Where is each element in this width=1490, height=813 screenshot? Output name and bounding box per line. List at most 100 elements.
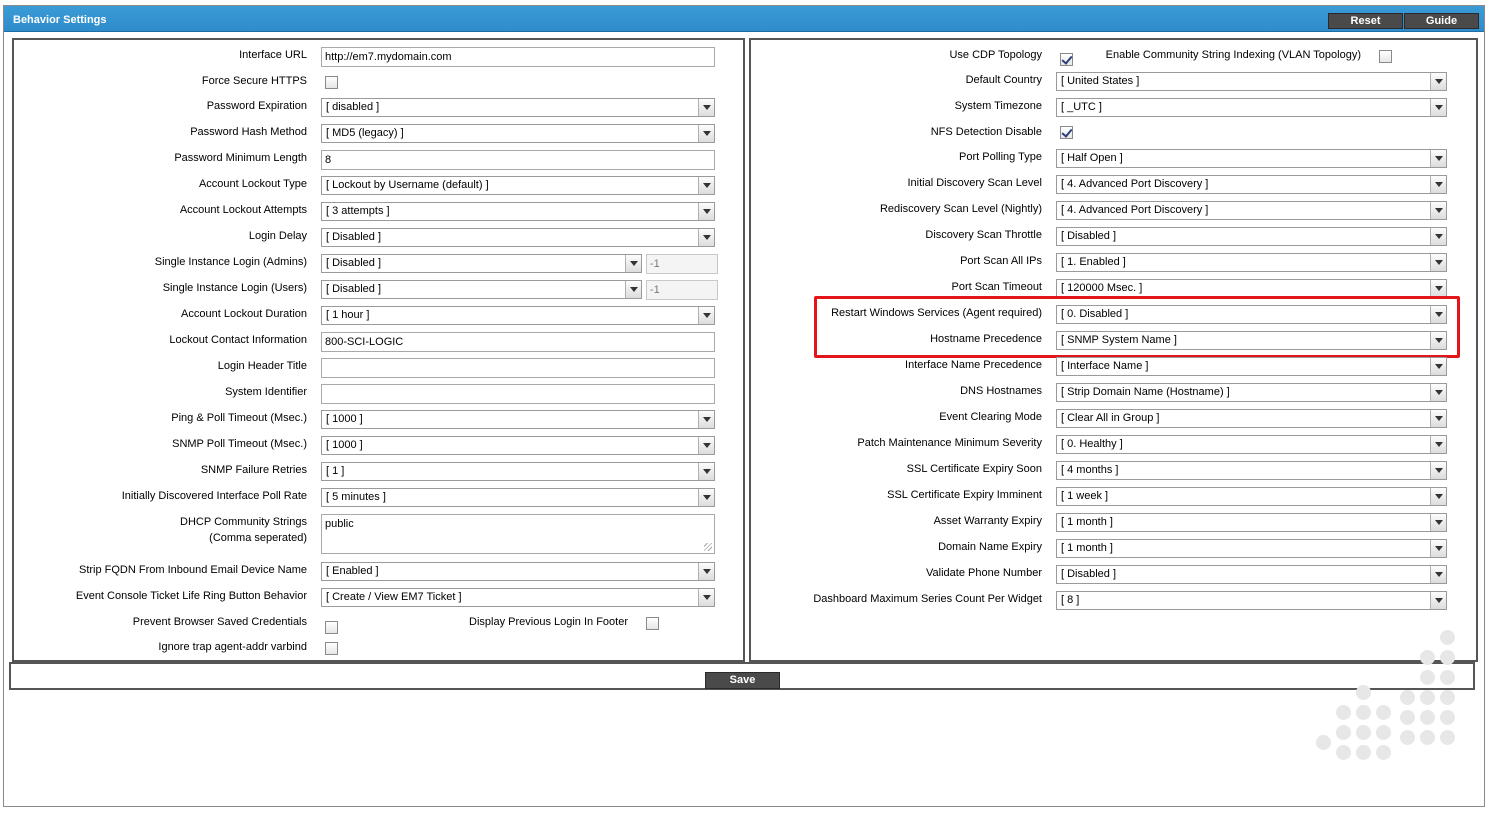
- ignore-trap-label: Ignore trap agent-addr varbind: [158, 641, 307, 653]
- dns-hostnames-select[interactable]: [ Strip Domain Name (Hostname) ]: [1056, 383, 1447, 402]
- ticket-ring-select[interactable]: [ Create / View EM7 Ticket ]: [321, 588, 715, 607]
- prevent-saved-label: Prevent Browser Saved Credentials: [132, 616, 307, 628]
- single-admins-count-input[interactable]: -1: [646, 254, 718, 274]
- initial-scan-select[interactable]: [ 4. Advanced Port Discovery ]: [1056, 175, 1447, 194]
- hostname-precedence-select[interactable]: [ SNMP System Name ]: [1056, 331, 1447, 350]
- patch-severity-label: Patch Maintenance Minimum Severity: [857, 437, 1042, 449]
- lockout-duration-select[interactable]: [ 1 hour ]: [321, 306, 715, 325]
- chevron-down-icon: [698, 437, 714, 454]
- patch-severity-select[interactable]: [ 0. Healthy ]: [1056, 435, 1447, 454]
- password-min-length-input[interactable]: 8: [321, 150, 715, 170]
- interface-url-input[interactable]: http://em7.mydomain.com: [321, 47, 715, 67]
- scan-throttle-label: Discovery Scan Throttle: [925, 229, 1042, 241]
- chevron-down-icon: [698, 589, 714, 606]
- iface-name-precedence-select[interactable]: [ Interface Name ]: [1056, 357, 1447, 376]
- snmp-retries-label: SNMP Failure Retries: [200, 464, 307, 476]
- force-https-checkbox[interactable]: [325, 76, 338, 89]
- chevron-down-icon: [698, 563, 714, 580]
- system-identifier-input[interactable]: [321, 384, 715, 404]
- dhcp-community-sublabel: (Comma seperated): [209, 532, 307, 544]
- snmp-timeout-label: SNMP Poll Timeout (Msec.): [172, 438, 307, 450]
- iface-poll-rate-select[interactable]: [ 5 minutes ]: [321, 488, 715, 507]
- validate-phone-select[interactable]: [ Disabled ]: [1056, 565, 1447, 584]
- port-scan-all-label: Port Scan All IPs: [960, 255, 1042, 267]
- single-users-count-input[interactable]: -1: [646, 280, 718, 300]
- lockout-type-label: Account Lockout Type: [198, 178, 307, 190]
- port-scan-timeout-label: Port Scan Timeout: [951, 281, 1043, 293]
- chevron-down-icon: [698, 307, 714, 324]
- single-admins-label: Single Instance Login (Admins): [154, 256, 307, 268]
- cdp-label: Use CDP Topology: [949, 49, 1042, 61]
- nfs-disable-label: NFS Detection Disable: [930, 126, 1042, 138]
- chevron-down-icon: [698, 489, 714, 506]
- chevron-down-icon: [698, 463, 714, 480]
- save-button[interactable]: Save: [705, 672, 780, 689]
- ssl-imminent-select[interactable]: [ 1 week ]: [1056, 487, 1447, 506]
- chevron-down-icon: [1430, 566, 1446, 583]
- chevron-down-icon: [1430, 332, 1446, 349]
- single-users-label: Single Instance Login (Users): [162, 282, 307, 294]
- lockout-contact-input[interactable]: 800-SCI-LOGIC: [321, 332, 715, 352]
- timezone-select[interactable]: [ _UTC ]: [1056, 98, 1447, 117]
- chevron-down-icon: [625, 255, 641, 272]
- snmp-retries-select[interactable]: [ 1 ]: [321, 462, 715, 481]
- password-expiration-select[interactable]: [ disabled ]: [321, 98, 715, 117]
- chevron-down-icon: [1430, 254, 1446, 271]
- port-polling-label: Port Polling Type: [959, 151, 1042, 163]
- dash-max-series-select[interactable]: [ 8 ]: [1056, 591, 1447, 610]
- ssl-imminent-label: SSL Certificate Expiry Imminent: [887, 489, 1042, 501]
- domain-expiry-select[interactable]: [ 1 month ]: [1056, 539, 1447, 558]
- port-scan-timeout-select[interactable]: [ 120000 Msec. ]: [1056, 279, 1447, 298]
- login-delay-select[interactable]: [ Disabled ]: [321, 228, 715, 247]
- default-country-label: Default Country: [965, 74, 1042, 86]
- prevent-saved-checkbox[interactable]: [325, 621, 338, 634]
- event-clearing-select[interactable]: [ Clear All in Group ]: [1056, 409, 1447, 428]
- ssl-soon-select[interactable]: [ 4 months ]: [1056, 461, 1447, 480]
- ignore-trap-checkbox[interactable]: [325, 642, 338, 655]
- community-index-label: Enable Community String Indexing (VLAN T…: [1105, 49, 1361, 61]
- rediscovery-scan-select[interactable]: [ 4. Advanced Port Discovery ]: [1056, 201, 1447, 220]
- display-prev-login-checkbox[interactable]: [646, 617, 659, 630]
- lockout-type-select[interactable]: [ Lockout by Username (default) ]: [321, 176, 715, 195]
- iface-poll-rate-label: Initially Discovered Interface Poll Rate: [121, 490, 307, 502]
- reset-button[interactable]: Reset: [1328, 13, 1403, 29]
- port-scan-all-select[interactable]: [ 1. Enabled ]: [1056, 253, 1447, 272]
- asset-warranty-select[interactable]: [ 1 month ]: [1056, 513, 1447, 532]
- ping-timeout-label: Ping & Poll Timeout (Msec.): [171, 412, 307, 424]
- guide-button[interactable]: Guide: [1404, 13, 1479, 29]
- title-bar: Behavior Settings Reset Guide: [4, 6, 1484, 32]
- initial-scan-label: Initial Discovery Scan Level: [907, 177, 1042, 189]
- strip-fqdn-select[interactable]: [ Enabled ]: [321, 562, 715, 581]
- ssl-soon-label: SSL Certificate Expiry Soon: [906, 463, 1042, 475]
- ping-timeout-select[interactable]: [ 1000 ]: [321, 410, 715, 429]
- cdp-checkbox[interactable]: [1060, 53, 1073, 66]
- system-identifier-label: System Identifier: [225, 386, 307, 398]
- password-hash-select[interactable]: [ MD5 (legacy) ]: [321, 124, 715, 143]
- restart-windows-select[interactable]: [ 0. Disabled ]: [1056, 305, 1447, 324]
- lockout-contact-label: Lockout Contact Information: [169, 334, 307, 346]
- chevron-down-icon: [698, 125, 714, 142]
- dhcp-community-textarea[interactable]: public: [321, 514, 715, 554]
- single-admins-select[interactable]: [ Disabled ]: [321, 254, 642, 273]
- login-header-input[interactable]: [321, 358, 715, 378]
- chevron-down-icon: [1430, 592, 1446, 609]
- resize-grip-icon[interactable]: [704, 543, 712, 551]
- validate-phone-label: Validate Phone Number: [926, 567, 1042, 579]
- restart-windows-label: Restart Windows Services (Agent required…: [831, 307, 1042, 319]
- chevron-down-icon: [625, 281, 641, 298]
- snmp-timeout-select[interactable]: [ 1000 ]: [321, 436, 715, 455]
- chevron-down-icon: [1430, 228, 1446, 245]
- single-users-select[interactable]: [ Disabled ]: [321, 280, 642, 299]
- asset-warranty-label: Asset Warranty Expiry: [933, 515, 1042, 527]
- chevron-down-icon: [698, 177, 714, 194]
- nfs-disable-checkbox[interactable]: [1060, 126, 1073, 139]
- port-polling-select[interactable]: [ Half Open ]: [1056, 149, 1447, 168]
- chevron-down-icon: [1430, 488, 1446, 505]
- community-index-checkbox[interactable]: [1379, 50, 1392, 63]
- lockout-duration-label: Account Lockout Duration: [181, 308, 307, 320]
- default-country-select[interactable]: [ United States ]: [1056, 72, 1447, 91]
- scan-throttle-select[interactable]: [ Disabled ]: [1056, 227, 1447, 246]
- rediscovery-scan-label: Rediscovery Scan Level (Nightly): [879, 203, 1042, 215]
- lockout-attempts-select[interactable]: [ 3 attempts ]: [321, 202, 715, 221]
- interface-url-label: Interface URL: [239, 49, 307, 61]
